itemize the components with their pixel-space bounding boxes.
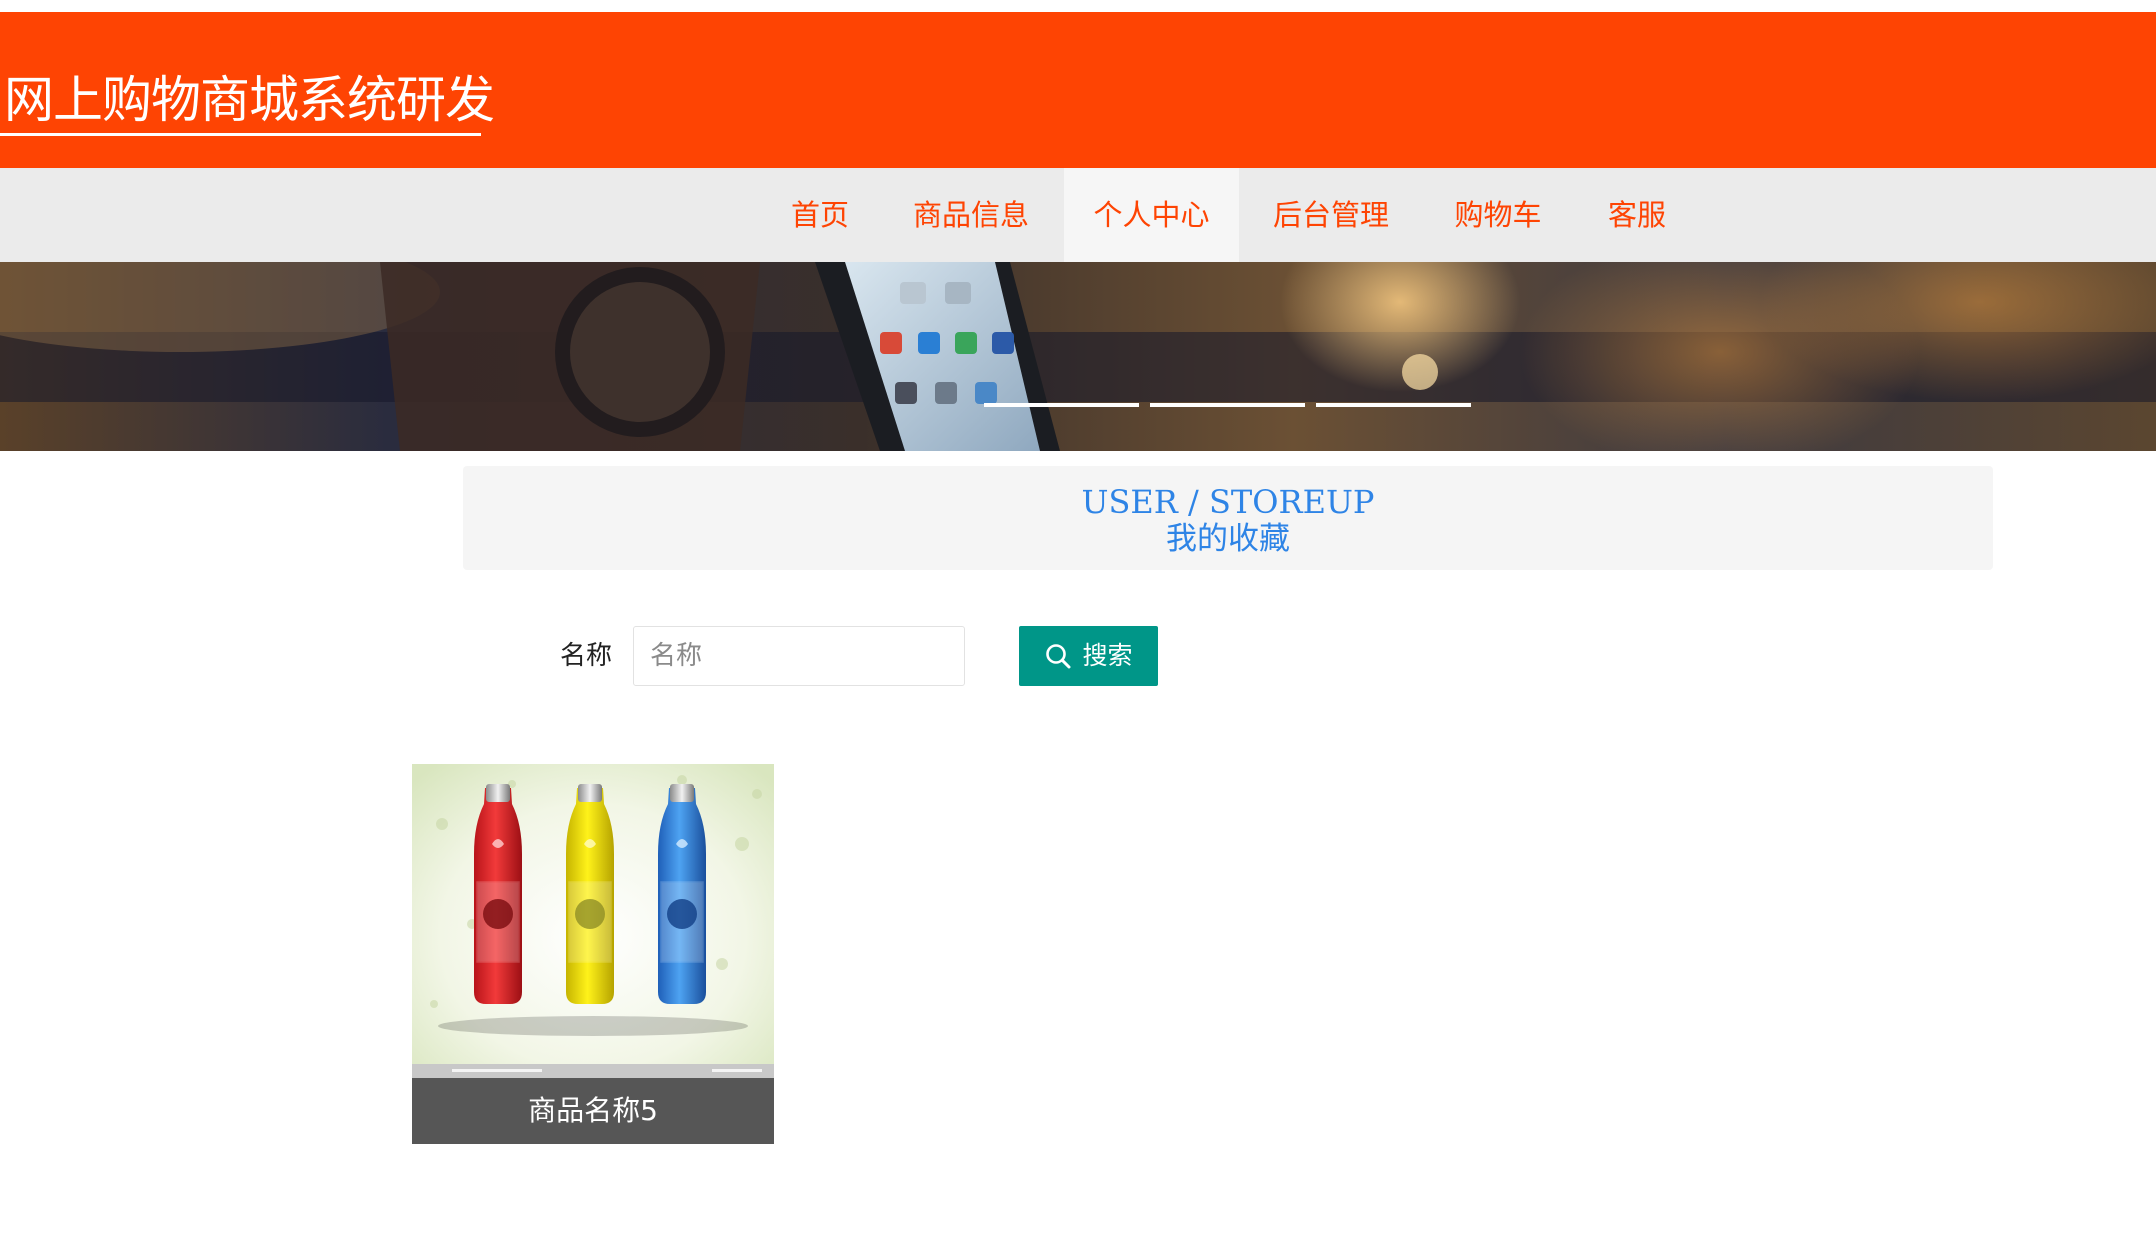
nav-item-service[interactable]: 客服 (1590, 168, 1684, 262)
banner-carousel[interactable] (0, 262, 2156, 451)
nav-item-admin[interactable]: 后台管理 (1250, 168, 1412, 262)
title-underline (0, 133, 481, 136)
product-name: 商品名称5 (412, 1078, 774, 1144)
page-heading-english: USER / STOREUP (1081, 483, 1375, 521)
nav-item-home[interactable]: 首页 (770, 168, 870, 262)
banner-image (0, 262, 2156, 451)
carousel-indicator-1[interactable] (984, 403, 1139, 407)
search-label: 名称 (560, 641, 613, 671)
search-button[interactable]: 搜索 (1019, 626, 1158, 686)
favorite-item[interactable]: 商品名称5 (412, 764, 774, 1144)
nav-item-user-center[interactable]: 个人中心 (1064, 168, 1239, 262)
carousel-indicator-3[interactable] (1316, 403, 1471, 407)
nav-item-products[interactable]: 商品信息 (892, 168, 1050, 262)
page-heading-chinese: 我的收藏 (1166, 521, 1290, 557)
page-heading: USER / STOREUP 我的收藏 (463, 466, 1993, 570)
main-nav: 首页 商品信息 个人中心 后台管理 购物车 客服 (0, 168, 2156, 262)
nav-item-cart[interactable]: 购物车 (1432, 168, 1564, 262)
site-header: 网上购物商城系统研发 (0, 12, 2156, 168)
search-input[interactable] (633, 626, 965, 686)
product-image (412, 764, 774, 1078)
search-icon (1046, 644, 1071, 669)
carousel-indicator-2[interactable] (1150, 403, 1305, 407)
site-title-link[interactable]: 网上购物商城系统研发 (4, 66, 495, 134)
search-button-label: 搜索 (1082, 641, 1133, 670)
